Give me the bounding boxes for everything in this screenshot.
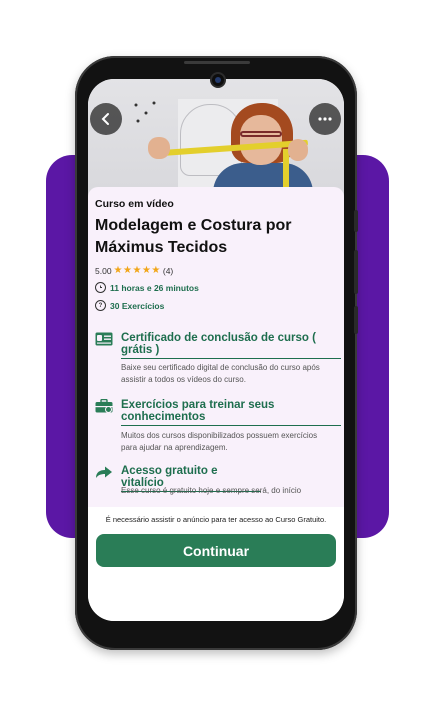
course-title: Modelagem e Costura por Máximus Tecidos	[95, 217, 292, 256]
continue-button[interactable]: Continuar	[96, 534, 336, 567]
duration-text: 11 horas e 26 minutos	[110, 282, 199, 293]
chevron-left-icon	[101, 113, 109, 125]
presenter-hand-right	[288, 139, 308, 161]
course-duration: 11 horas e 26 minutos	[95, 282, 199, 293]
share-arrow-icon	[96, 466, 112, 478]
app-screen: Curso em vídeo Modelagem e Costura por M…	[88, 79, 344, 621]
more-options-button[interactable]	[309, 103, 341, 135]
course-exercises: ? 30 Exercícios	[95, 300, 164, 311]
course-kicker: Curso em vídeo	[95, 198, 174, 210]
back-button[interactable]	[90, 103, 122, 135]
toolbox-icon	[95, 399, 113, 413]
phone-speaker	[184, 61, 250, 64]
power-button	[354, 306, 358, 334]
more-horizontal-icon	[318, 117, 332, 121]
feature-exercises-desc: Muitos dos cursos disponibilizados possu…	[121, 431, 318, 452]
feature-exercises-title: Exercícios para treinar seus conheciment…	[121, 399, 341, 426]
certificate-icon	[95, 332, 113, 346]
rating-stars-icon: ★★★★★	[113, 265, 161, 276]
course-info-card: Curso em vídeo Modelagem e Costura por M…	[88, 187, 344, 507]
feature-certificate-desc: Baixe seu certificado digital de conclus…	[121, 363, 320, 384]
presenter-glasses	[240, 131, 282, 137]
course-rating: 5.00 ★★★★★ (4)	[95, 265, 173, 276]
volume-up-button	[354, 210, 358, 232]
front-camera	[210, 72, 226, 88]
rating-count: (4)	[162, 265, 174, 276]
video-thumbnail[interactable]	[88, 79, 344, 199]
bottom-bar: É necessário assistir o anúncio para ter…	[88, 507, 344, 621]
exercises-text: 30 Exercícios	[110, 300, 165, 311]
clock-icon	[95, 282, 106, 293]
feature-free-access-desc: Esse curso é gratuito hoje e sempre será…	[121, 486, 302, 495]
feature-certificate: Certificado de conclusão de curso ( grát…	[95, 332, 341, 384]
presenter-hand-left	[148, 137, 170, 159]
help-circle-icon: ?	[95, 300, 106, 311]
feature-free-access: Acesso gratuito e vitalício Esse curso é…	[95, 465, 339, 505]
volume-down-button	[354, 250, 358, 294]
ad-notice: É necessário assistir o anúncio para ter…	[105, 515, 327, 524]
feature-certificate-title: Certificado de conclusão de curso ( grát…	[121, 332, 341, 359]
feature-exercises: Exercícios para treinar seus conheciment…	[95, 399, 341, 459]
rating-value: 5.00	[95, 265, 112, 276]
board-dots	[134, 101, 156, 123]
presenter-face	[240, 115, 282, 165]
